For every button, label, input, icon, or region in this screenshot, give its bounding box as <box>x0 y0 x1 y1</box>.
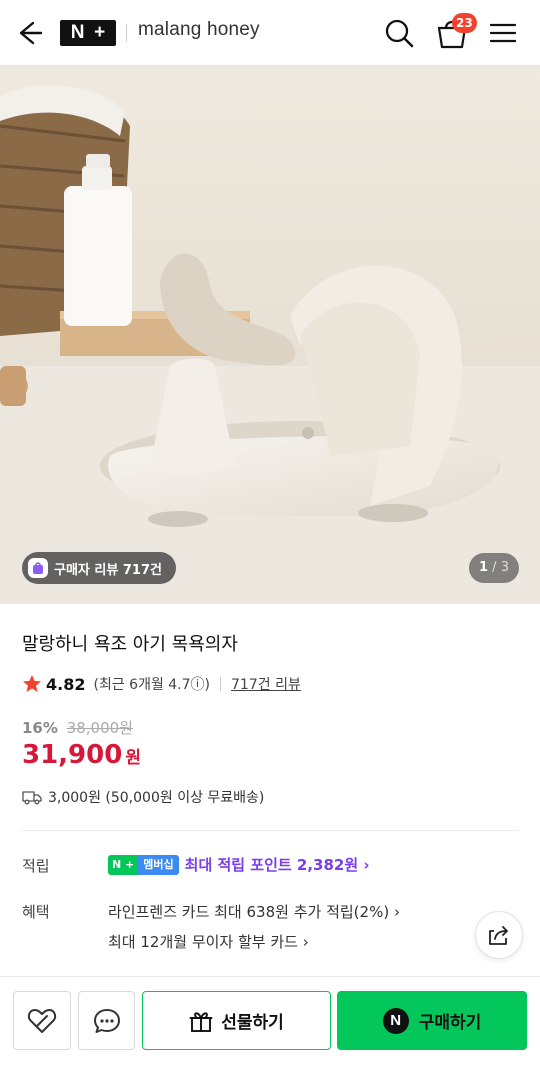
gift-button[interactable]: 선물하기 <box>142 991 331 1050</box>
chat-bubble-icon <box>93 1008 120 1033</box>
delivery-truck-icon <box>22 791 42 805</box>
naver-plus-membership-badge: N + 멤버십 <box>108 854 179 875</box>
share-button[interactable] <box>475 911 523 959</box>
rating-row: 4.82 (최근 6개월 4.7ⓘ) 717건 리뷰 <box>22 674 301 694</box>
rating-separator <box>220 677 222 691</box>
cart-count-badge: 23 <box>452 13 477 33</box>
heart-icon <box>27 1008 57 1033</box>
recent-rating[interactable]: (최근 6개월 4.7ⓘ) <box>93 674 210 694</box>
search-icon[interactable] <box>382 16 416 50</box>
star-icon <box>23 675 41 692</box>
bath-seat-photo <box>0 66 540 604</box>
review-count-text: 구매자 리뷰 717건 <box>54 562 162 578</box>
rating-score: 4.82 <box>46 674 86 694</box>
section-divider <box>22 830 518 831</box>
shipping-info: 3,000원 (50,000원 이상 무료배송) <box>22 787 264 807</box>
buyer-review-badge[interactable]: 구매자 리뷰 717건 <box>22 552 176 584</box>
gift-icon <box>189 1011 213 1032</box>
header-divider <box>126 24 127 42</box>
buy-button[interactable]: N 구매하기 <box>337 991 527 1050</box>
top-header: N + malang honey 23 <box>0 0 540 66</box>
benefit-label: 혜택 <box>22 903 50 921</box>
points-label: 적립 <box>22 857 50 875</box>
membership-points[interactable]: N + 멤버십 최대 적립 포인트 2,382원 › <box>108 854 370 875</box>
store-name[interactable]: malang honey <box>138 19 260 41</box>
discount-percent: 16% <box>22 719 58 737</box>
installment-benefit[interactable]: 최대 12개월 무이자 할부 카드 › <box>108 931 309 952</box>
gift-label: 선물하기 <box>221 1013 284 1033</box>
bottom-action-bar: 선물하기 N 구매하기 <box>0 976 540 1067</box>
sale-price: 31,900 원 <box>22 740 141 770</box>
product-title: 말랑하니 욕조 아기 목욕의자 <box>22 634 238 655</box>
naver-pay-icon: N <box>382 1007 409 1034</box>
card-points-benefit[interactable]: 라인프렌즈 카드 최대 638원 추가 적립(2%) › <box>108 901 400 922</box>
review-bag-icon <box>28 558 48 578</box>
talk-talk-button[interactable] <box>78 991 135 1050</box>
share-icon <box>489 926 508 945</box>
shipping-text: 3,000원 (50,000원 이상 무료배송) <box>48 790 265 806</box>
naver-plus-logo[interactable]: N + <box>60 20 116 46</box>
wishlist-button[interactable] <box>13 991 71 1050</box>
hamburger-menu-icon[interactable] <box>488 18 518 48</box>
back-arrow-icon[interactable] <box>14 16 48 50</box>
buy-label: 구매하기 <box>418 1013 482 1033</box>
product-image[interactable] <box>0 66 540 604</box>
max-points-text: 최대 적립 포인트 2,382원 › <box>184 856 370 874</box>
original-price: 38,000원 <box>66 719 133 737</box>
discount-row: 16% 38,000원 <box>22 717 133 738</box>
review-link[interactable]: 717건 리뷰 <box>231 674 301 694</box>
image-pager: 1 / 3 <box>469 553 519 583</box>
